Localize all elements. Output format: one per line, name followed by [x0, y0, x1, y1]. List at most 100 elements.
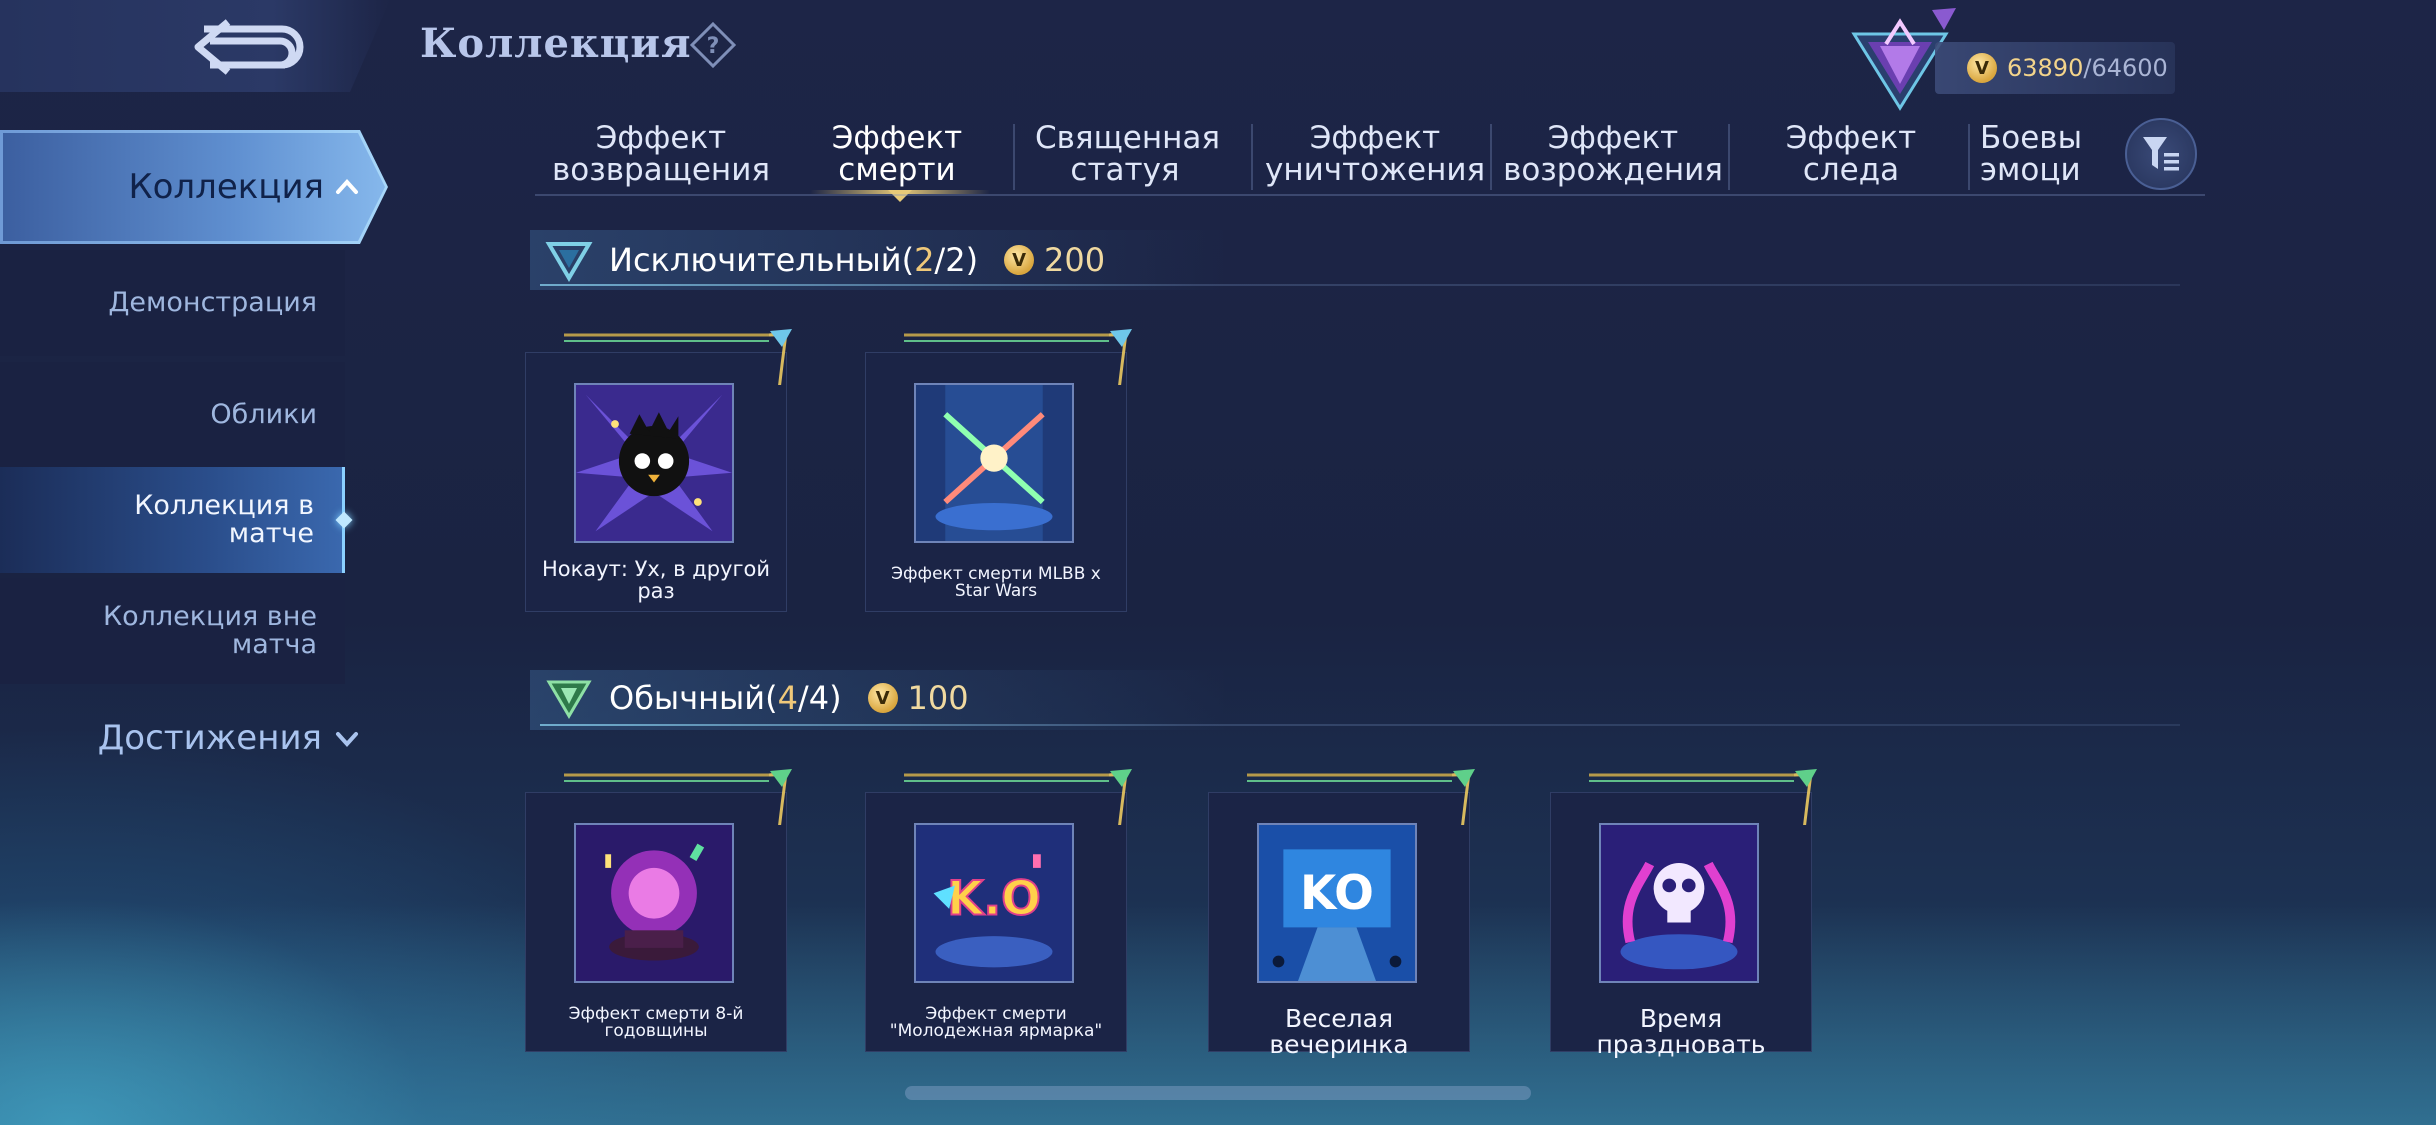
count-owned: 4	[777, 679, 798, 717]
item-name: Эффект смерти MLBB x Star Wars	[891, 564, 1101, 601]
question-mark-icon[interactable]: ?	[690, 22, 736, 68]
sidebar-item-out-of-match[interactable]: Коллекция вне матча	[0, 578, 345, 684]
tab-separator	[1968, 124, 1970, 190]
count-total: 2	[945, 241, 966, 279]
item-name: Нокаут: Ух, в другой раз	[541, 557, 771, 603]
item-thumbnail	[914, 383, 1074, 543]
card-ornament	[1589, 769, 1817, 825]
collection-card[interactable]: Время праздновать	[1550, 769, 1817, 1058]
sidebar-item-collection[interactable]: Коллекция	[0, 130, 388, 244]
svg-text:K.O: K.O	[947, 873, 1041, 927]
tab-label: Эффект уничтожения	[1265, 120, 1486, 188]
card-ornament	[1247, 769, 1475, 825]
celebration-image	[1601, 825, 1757, 981]
sidebar-item-label: Коллекция в матче	[134, 490, 314, 549]
tab-sacred-statue[interactable]: Священная статуя	[1025, 112, 1225, 196]
item-thumbnail: KO	[1257, 823, 1417, 983]
item-thumbnail	[1599, 823, 1759, 983]
coin-icon: V	[1004, 245, 1035, 275]
section-title: Обычный	[609, 679, 766, 717]
item-name: Веселая вечеринка	[1269, 1004, 1409, 1059]
count-open: (	[765, 679, 778, 717]
common-tier-icon	[546, 680, 592, 719]
count-close: )	[829, 679, 842, 717]
tab-label: Эффект следа	[1785, 120, 1917, 188]
sidebar-item-showcase[interactable]: Демонстрация	[0, 250, 345, 356]
section-header-common: Обычный (4/4) V 100	[545, 668, 969, 728]
tabs-divider	[535, 194, 2205, 196]
filter-button[interactable]	[2125, 118, 2197, 190]
collection-card[interactable]: Эффект смерти 8-й годовщины	[525, 769, 792, 1052]
sidebar-achievements-label: Достижения	[97, 718, 322, 758]
tab-elimination-effect[interactable]: Эффект уничтожения	[1255, 112, 1495, 196]
chevron-up-icon	[336, 179, 358, 194]
tab-trail-effect[interactable]: Эффект следа	[1735, 112, 1967, 196]
count-owned: 2	[914, 241, 935, 279]
section-count: (2/2)	[902, 241, 978, 279]
points-max: 64600	[2091, 54, 2168, 82]
item-thumbnail: K.O	[914, 823, 1074, 983]
tab-label: Эффект возрождения	[1503, 120, 1723, 188]
item-name: Время праздновать	[1596, 1004, 1766, 1059]
tab-death-effect[interactable]: Эффект смерти	[797, 112, 997, 196]
count-sep: /	[797, 679, 809, 717]
active-indicator	[335, 511, 353, 529]
page-title: Коллекция	[420, 20, 692, 67]
tab-return-effect[interactable]: Эффект возвращения	[535, 112, 787, 196]
tab-label: Священная статуя	[1035, 120, 1221, 188]
tab-separator	[1013, 124, 1015, 190]
knockout-image	[576, 385, 732, 541]
sidebar-item-label: Облики	[210, 399, 317, 430]
section-divider	[540, 284, 2180, 286]
horizontal-scrollbar[interactable]	[905, 1086, 1531, 1100]
lightsaber-image	[916, 385, 1072, 541]
exclusive-tier-icon	[545, 242, 593, 282]
tab-battle-emotes[interactable]: Боевые эмоции	[1980, 112, 2080, 196]
section-title: Исключительный	[609, 241, 902, 279]
card-ornament	[904, 329, 1132, 385]
active-tab-notch	[888, 190, 912, 202]
count-close: )	[965, 241, 979, 279]
item-thumbnail	[574, 383, 734, 543]
collection-card[interactable]: Эффект смерти MLBB x Star Wars	[865, 329, 1132, 612]
coin-icon: V	[867, 683, 898, 713]
item-thumbnail	[574, 823, 734, 983]
tab-label: Эффект смерти	[831, 120, 963, 188]
filter-icon	[2143, 137, 2179, 171]
tab-separator	[1251, 124, 1253, 190]
sidebar-item-achievements[interactable]: Достижения	[0, 698, 360, 778]
card-ornament	[564, 769, 792, 825]
section-reward: V 100	[867, 679, 969, 717]
collection-card[interactable]: K.O Эффект смерти "Молодежная ярмарка"	[865, 769, 1132, 1052]
tab-label: Эффект возвращения	[552, 120, 770, 188]
anniversary-image	[576, 825, 732, 981]
sidebar-item-skins[interactable]: Облики	[0, 362, 345, 468]
sidebar-main-label: Коллекция	[128, 167, 324, 207]
tab-respawn-effect[interactable]: Эффект возрождения	[1493, 112, 1733, 196]
section-count: (4/4)	[765, 679, 841, 717]
card-ornament	[904, 769, 1132, 825]
section-reward: V 200	[1004, 241, 1105, 279]
item-name: Эффект смерти "Молодежная ярмарка"	[889, 1004, 1103, 1041]
count-total: 4	[808, 679, 830, 717]
tab-separator	[1728, 124, 1730, 190]
youth-fair-image: K.O	[916, 825, 1072, 981]
tab-separator	[1490, 124, 1492, 190]
section-header-exclusive: Исключительный (2/2) V 200	[545, 230, 1105, 290]
item-name: Эффект смерти 8-й годовщины	[568, 1004, 744, 1041]
sidebar-item-in-match[interactable]: Коллекция в матче	[0, 467, 353, 573]
points-current: 63890	[2007, 54, 2084, 82]
svg-text:KO: KO	[1300, 867, 1374, 921]
effect-tabs: Эффект возвращения Эффект смерти Священн…	[535, 112, 2205, 202]
collection-card[interactable]: Нокаут: Ух, в другой раз	[525, 329, 792, 612]
top-bar: Коллекция ? V 63890/64600	[0, 0, 2436, 111]
reward-value: 200	[1044, 241, 1106, 279]
svg-text:?: ?	[707, 34, 720, 59]
collection-card[interactable]: KO Веселая вечеринка	[1208, 769, 1475, 1058]
sidebar-item-label: Демонстрация	[108, 287, 317, 318]
back-arrow-icon[interactable]	[190, 14, 310, 80]
chevron-down-icon	[336, 732, 358, 747]
sidebar-item-label: Коллекция вне матча	[102, 601, 317, 660]
card-ornament	[564, 329, 792, 385]
fun-party-image: KO	[1259, 825, 1415, 981]
